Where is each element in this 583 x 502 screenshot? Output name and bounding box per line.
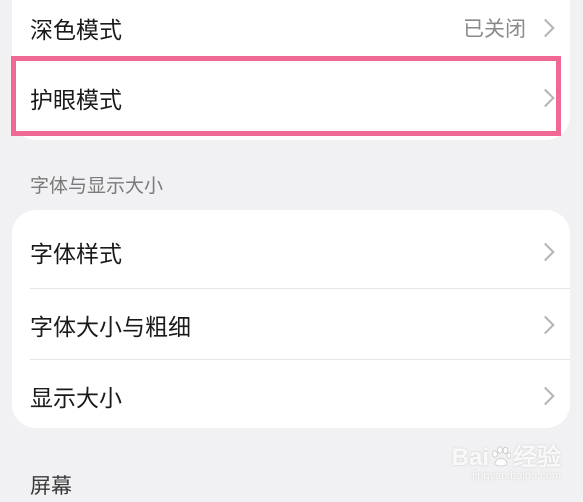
chevron-right-icon bbox=[536, 88, 555, 108]
watermark-text-right: 经验 bbox=[513, 444, 561, 471]
display-settings-card: 深色模式 已关闭 护眼模式 bbox=[12, 0, 570, 140]
baidu-watermark: Bai 经验 jingyan.baidu.com bbox=[452, 437, 561, 482]
dark-mode-label: 深色模式 bbox=[30, 18, 122, 44]
screen-section-header: 屏幕 bbox=[30, 474, 72, 498]
dark-mode-row[interactable]: 深色模式 已关闭 bbox=[12, 0, 570, 64]
font-size-weight-label: 字体大小与粗细 bbox=[30, 315, 191, 341]
settings-screen: 深色模式 已关闭 护眼模式 字体与显示大小 字体样式 字体大小与粗细 显示大小 … bbox=[0, 0, 583, 502]
display-size-row[interactable]: 显示大小 bbox=[12, 360, 570, 432]
chevron-right-icon bbox=[536, 315, 555, 335]
font-style-row[interactable]: 字体样式 bbox=[12, 216, 570, 288]
paw-icon bbox=[492, 446, 511, 467]
display-size-label: 显示大小 bbox=[30, 386, 122, 412]
font-settings-card: 字体样式 字体大小与粗细 显示大小 bbox=[12, 210, 570, 428]
chevron-right-icon bbox=[536, 242, 555, 262]
chevron-right-icon bbox=[536, 386, 555, 406]
font-size-weight-row[interactable]: 字体大小与粗细 bbox=[12, 289, 570, 361]
eye-comfort-row[interactable]: 护眼模式 bbox=[12, 62, 570, 134]
font-section-header: 字体与显示大小 bbox=[30, 175, 164, 197]
watermark-text-left: Bai bbox=[451, 444, 489, 471]
font-style-label: 字体样式 bbox=[30, 242, 122, 268]
chevron-right-icon bbox=[536, 18, 555, 38]
watermark-subtext: jingyan.baidu.com bbox=[472, 470, 561, 482]
eye-comfort-label: 护眼模式 bbox=[30, 88, 122, 114]
dark-mode-value: 已关闭 bbox=[463, 17, 526, 41]
